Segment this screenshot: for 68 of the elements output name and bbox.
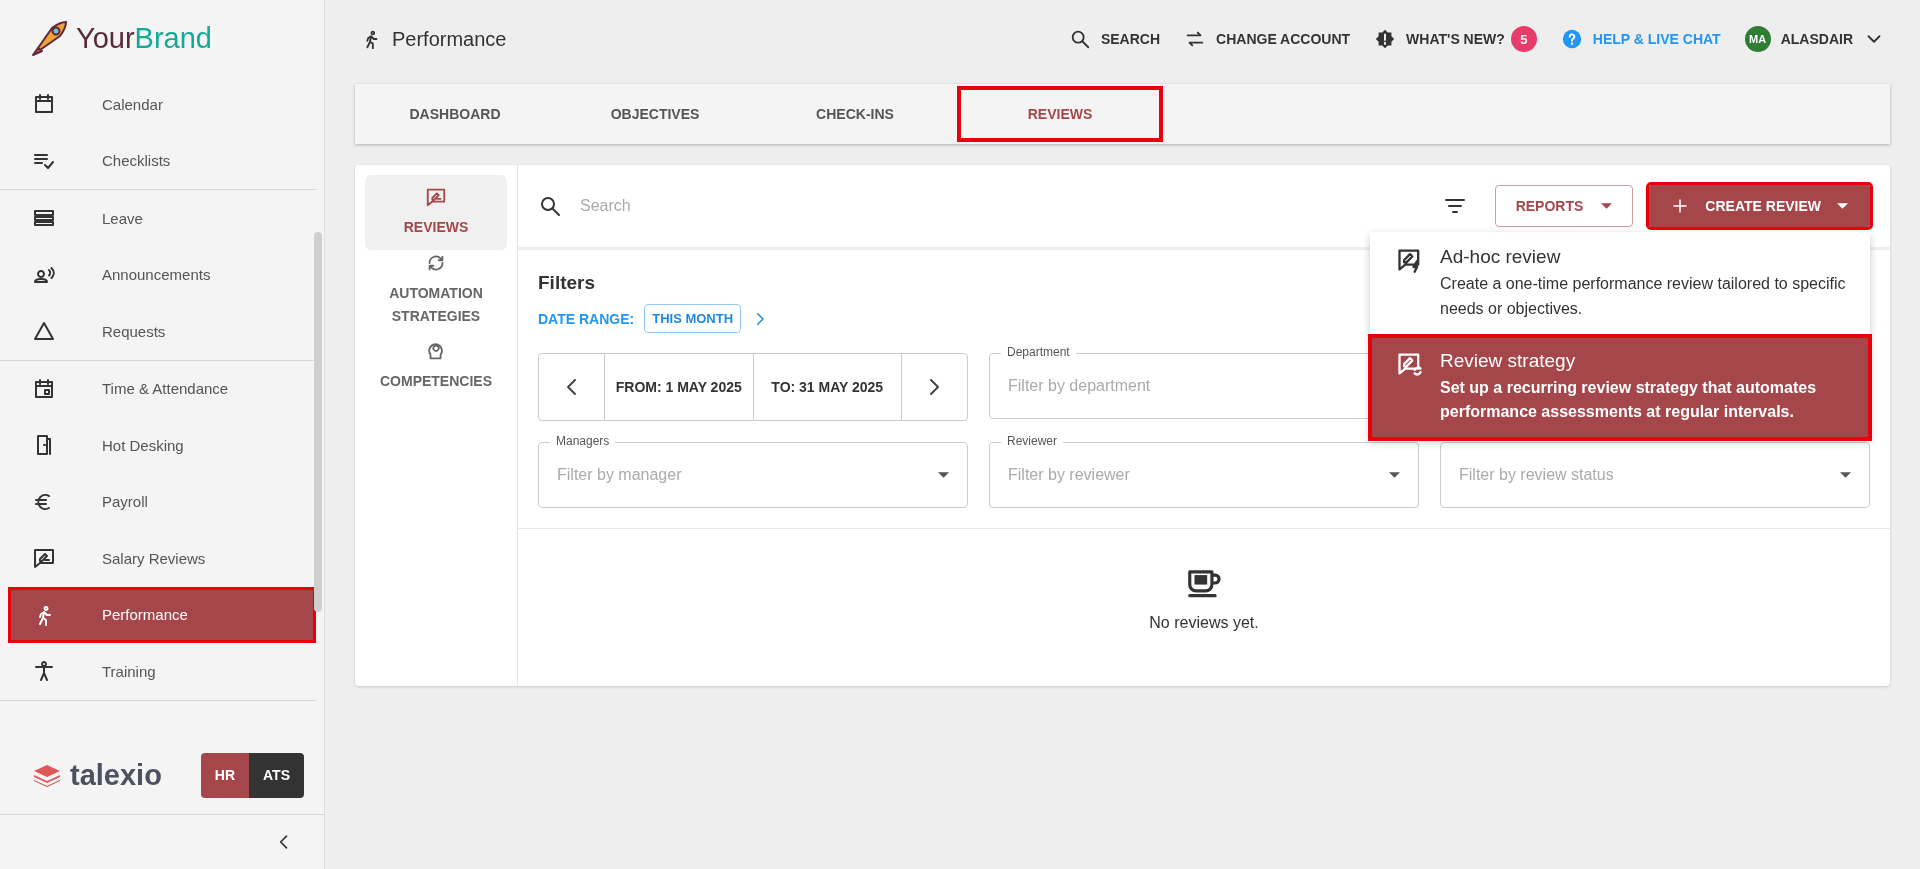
empty-state-text: No reviews yet. bbox=[1149, 613, 1259, 632]
sidebar-item[interactable]: Checklists bbox=[8, 132, 316, 189]
section-nav-item[interactable]: REVIEWS bbox=[365, 175, 507, 250]
scrollbar[interactable] bbox=[314, 232, 322, 612]
field-label: Managers bbox=[550, 434, 616, 448]
menu-item[interactable]: Review strategy Set up a recurring review strategy that automates performance assessments at regular intervals. bbox=[1370, 335, 1870, 440]
filters-heading: Filters bbox=[538, 272, 596, 293]
module-switch[interactable]: HR bbox=[200, 752, 250, 798]
caret-icon bbox=[1837, 203, 1848, 209]
sidebar-item[interactable]: Time & Attendance bbox=[8, 360, 316, 417]
sidebar-item[interactable]: Calendar bbox=[8, 76, 316, 133]
search-icon bbox=[538, 194, 562, 218]
search-button[interactable]: SEARCH bbox=[1068, 28, 1161, 50]
date-range-chip[interactable]: THIS MONTH bbox=[644, 304, 742, 333]
menu-item[interactable]: Ad-hoc review Create a one-time performance review tailored to specific needs or objectives. bbox=[1370, 232, 1870, 336]
dropdown-caret-icon bbox=[1840, 472, 1851, 478]
caret-icon bbox=[1601, 203, 1613, 209]
plus-icon bbox=[1671, 197, 1690, 215]
date-range-label: DATE RANGE: bbox=[538, 310, 635, 327]
chevron-right-icon bbox=[930, 379, 939, 395]
change-account-button[interactable]: CHANGE ACCOUNT bbox=[1184, 28, 1351, 50]
section-nav-item[interactable]: COMPETENCIES bbox=[365, 329, 507, 404]
field-placeholder: Filter by department bbox=[1008, 377, 1152, 395]
sidebar-item[interactable]: Training bbox=[8, 643, 316, 700]
tab[interactable]: REVIEWS bbox=[955, 84, 1165, 144]
sidebar-item[interactable]: Announcements bbox=[8, 246, 316, 303]
tab[interactable]: DASHBOARD bbox=[355, 84, 555, 144]
sidebar-item[interactable]: Payroll bbox=[8, 473, 316, 530]
calendar-day-icon bbox=[32, 376, 56, 401]
reports-button[interactable]: REPORTS bbox=[1494, 185, 1634, 227]
module-switch[interactable]: ATS bbox=[249, 752, 304, 798]
chat-pencil-icon bbox=[32, 546, 56, 571]
to-date[interactable]: TO: 31 MAY 2025 bbox=[753, 354, 902, 420]
section-nav-item[interactable]: AUTOMATION STRATEGIES bbox=[365, 252, 507, 327]
user-menu-button[interactable]: MA ALASDAIR bbox=[1744, 26, 1885, 52]
avatar: MA bbox=[1744, 26, 1771, 52]
field-placeholder: Filter by reviewer bbox=[1008, 466, 1131, 484]
menu-item-title: Ad-hoc review bbox=[1440, 246, 1562, 268]
person-icon bbox=[32, 659, 56, 684]
rocket-logo-icon bbox=[30, 18, 70, 58]
field-label: Reviewer bbox=[1001, 434, 1063, 448]
chevron-left-icon bbox=[567, 379, 576, 395]
help-icon bbox=[1560, 28, 1583, 50]
create-review-button[interactable]: CREATE REVIEW bbox=[1649, 185, 1870, 227]
talexio-logo-text: talexio bbox=[70, 758, 162, 792]
field-placeholder: Filter by review status bbox=[1459, 466, 1615, 484]
layers-logo-icon bbox=[32, 763, 62, 787]
sidebar-item[interactable]: Hot Desking bbox=[8, 417, 316, 474]
dropdown-caret-icon bbox=[1389, 472, 1400, 478]
menu-item-description: Set up a recurring review strategy that automates performance assessments at regular intervals. bbox=[1440, 377, 1818, 423]
dropdown-caret-icon bbox=[938, 472, 949, 478]
sidebar-item[interactable]: Leave bbox=[8, 190, 316, 247]
whats-new-button[interactable]: WHAT'S NEW? 5 bbox=[1374, 26, 1537, 52]
menu-item-title: Review strategy bbox=[1440, 349, 1577, 372]
count-badge: 5 bbox=[1510, 26, 1537, 52]
field-placeholder: Filter by manager bbox=[557, 466, 683, 484]
sidebar-item[interactable]: Performance bbox=[8, 586, 316, 643]
field-label: Department bbox=[1001, 345, 1076, 359]
page-title: Performance bbox=[392, 27, 507, 51]
tab[interactable]: CHECK-INS bbox=[755, 84, 955, 144]
tab[interactable]: OBJECTIVES bbox=[555, 84, 755, 144]
brand-name: YourBrand bbox=[76, 21, 212, 55]
alert-badge-icon bbox=[1374, 28, 1397, 50]
sidebar-item[interactable]: Requests bbox=[8, 303, 316, 360]
sidebar-item[interactable]: Salary Reviews bbox=[8, 530, 316, 587]
menu-item-description: Create a one-time performance review tailored to specific needs or objectives. bbox=[1440, 274, 1847, 319]
from-date[interactable]: FROM: 1 MAY 2025 bbox=[604, 354, 754, 420]
chat-pencil-icon bbox=[425, 186, 447, 209]
